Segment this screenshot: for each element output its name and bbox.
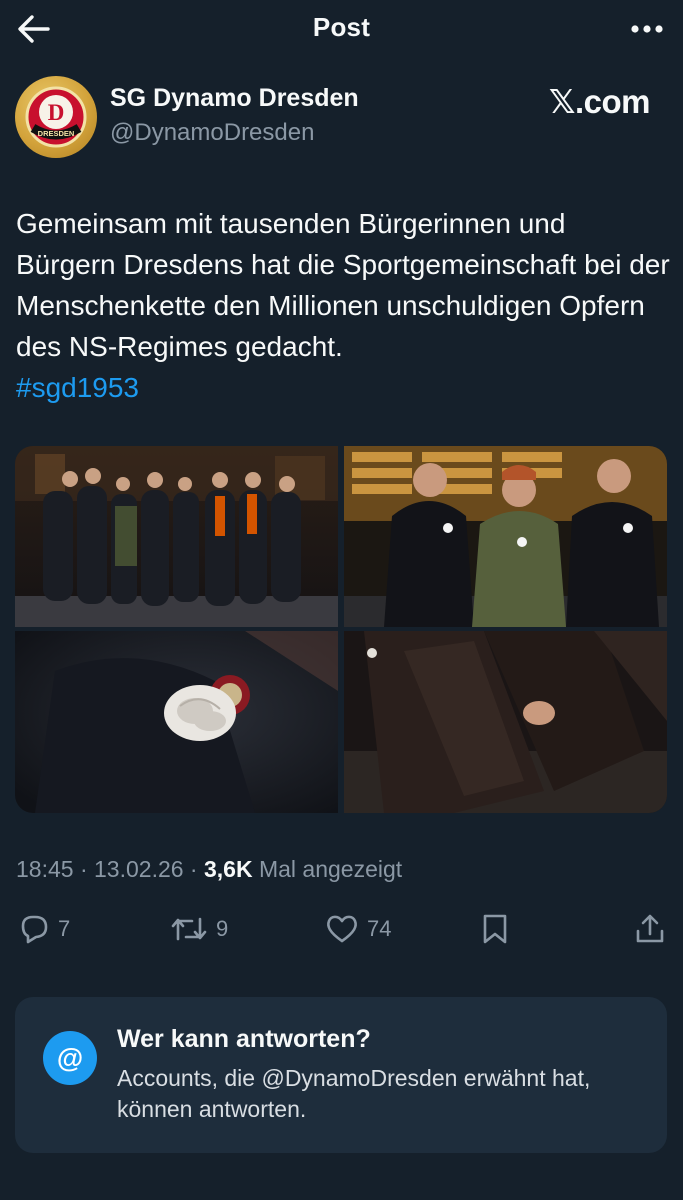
media-image-3[interactable] <box>15 631 338 813</box>
three-men-photo-image <box>344 446 667 627</box>
avatar[interactable]: D DRESDEN <box>15 76 97 158</box>
reply-restriction-description: Accounts, die @DynamoDresden erwähnt hat… <box>117 1065 591 1122</box>
reply-restriction-title: Wer kann antworten? <box>117 1025 371 1053</box>
author-handle[interactable]: @DynamoDresden <box>110 119 314 147</box>
reply-count: 7 <box>58 916 71 941</box>
repost-icon <box>171 917 207 941</box>
dynamo-logo-icon: D DRESDEN <box>25 86 87 148</box>
tweet-text: Gemeinsam mit tausenden Bürgerinnen und … <box>16 203 671 408</box>
xcom-watermark: 𝕏.com <box>548 83 651 120</box>
media-image-1[interactable] <box>15 446 338 627</box>
white-rose-photo-image <box>15 631 338 813</box>
top-bar: Post <box>0 0 683 60</box>
heart-icon <box>327 915 357 943</box>
svg-text:D: D <box>48 100 65 125</box>
bookmark-button[interactable] <box>480 911 510 947</box>
like-button[interactable]: 74 <box>325 911 391 947</box>
media-grid <box>15 446 667 813</box>
at-icon: @ <box>43 1031 97 1085</box>
hashtag-link[interactable]: #sgd1953 <box>16 367 671 408</box>
tweet-body: Gemeinsam mit tausenden Bürgerinnen und … <box>16 208 670 362</box>
media-image-2[interactable] <box>344 446 667 627</box>
reply-icon <box>21 915 48 944</box>
bookmark-icon <box>483 914 507 944</box>
views-count[interactable]: 3,6K <box>204 856 253 882</box>
dark-coats-photo-image <box>344 631 667 813</box>
post-screen: Post D DRESDEN SG Dynamo Dresden @Dynamo… <box>0 0 683 1200</box>
tweet-date: 13.02.26 <box>94 856 184 882</box>
group-photo-image <box>15 446 338 627</box>
like-count: 74 <box>367 916 392 941</box>
media-image-4[interactable] <box>344 631 667 813</box>
more-button[interactable] <box>627 12 667 46</box>
reply-button[interactable]: 7 <box>16 911 70 947</box>
svg-text:DRESDEN: DRESDEN <box>38 129 75 138</box>
author-name[interactable]: SG Dynamo Dresden <box>110 84 359 113</box>
repost-button[interactable]: 9 <box>170 911 228 947</box>
repost-count: 9 <box>216 916 229 941</box>
reply-restriction-card: @ Wer kann antworten? Accounts, die @Dyn… <box>15 997 667 1153</box>
more-horizontal-icon <box>631 25 663 33</box>
tweet-time: 18:45 <box>16 856 74 882</box>
page-title: Post <box>312 12 371 42</box>
meta-separator: · <box>183 856 204 882</box>
share-icon <box>636 914 664 943</box>
share-button[interactable] <box>634 911 666 947</box>
meta-separator: · <box>73 856 95 882</box>
views-label: Mal angezeigt <box>252 856 403 882</box>
tweet-meta: 18:45 · 13.02.26 · 3,6K Mal angezeigt <box>16 856 402 883</box>
